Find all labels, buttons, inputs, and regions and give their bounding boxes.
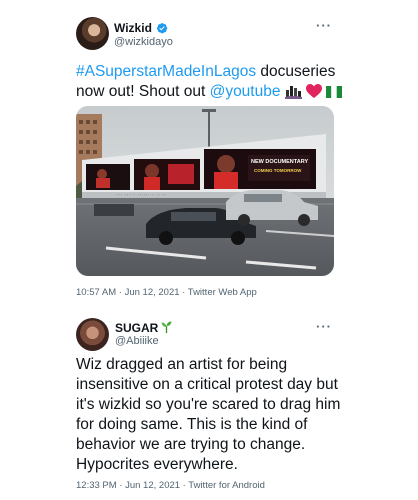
tweet-timestamp[interactable]: 10:57 AM · Jun 12, 2021 · Twitter Web Ap… (76, 287, 257, 298)
billboard-photo: ··· ··· · ······ · ·· ·· NEW DOCUMENTARY… (76, 106, 334, 276)
tweet-sugar[interactable]: SUGAR @Abiiike ··· Wiz dragged an artist… (0, 305, 418, 500)
display-name[interactable]: Wizkid (114, 21, 168, 35)
more-options-icon[interactable]: ··· (316, 319, 332, 334)
tweet-wizkid[interactable]: Wizkid @wizkidayo ··· #ASuperstarMadeInL… (0, 0, 418, 305)
billboard-screen-2 (134, 159, 200, 190)
mention-link[interactable]: @youtube (210, 83, 281, 100)
red-heart-emoji-icon (306, 84, 323, 98)
verified-badge-icon (156, 23, 168, 34)
display-name-text[interactable]: SUGAR (115, 321, 158, 335)
billboard-text-bottom: COMING TOMORROW (254, 168, 302, 173)
tweet-text: Wiz dragged an artist for being insensit… (76, 356, 341, 473)
billboard-screen-1 (86, 164, 130, 190)
hashtag-link[interactable]: #ASuperstarMadeInLagos (76, 63, 256, 80)
avatar[interactable] (76, 318, 109, 351)
display-name-text[interactable]: Wizkid (114, 21, 152, 35)
tweet-timestamp[interactable]: 12:33 PM · Jun 12, 2021 · Twitter for An… (76, 480, 265, 491)
handle[interactable]: @wizkidayo (114, 36, 173, 48)
plant-emoji-icon (161, 321, 172, 333)
handle[interactable]: @Abiiike (115, 335, 159, 347)
emoji-group (284, 84, 343, 105)
more-options-icon[interactable]: ··· (316, 18, 332, 33)
city-skyline-emoji-icon (284, 86, 302, 99)
display-name[interactable]: SUGAR (115, 321, 172, 335)
tweet-media-image[interactable]: ··· ··· · ······ · ·· ·· NEW DOCUMENTARY… (76, 106, 334, 276)
billboard-screen-3: NEW DOCUMENTARY COMING TOMORROW (204, 149, 316, 189)
billboard-text-top: NEW DOCUMENTARY (251, 159, 308, 165)
avatar[interactable] (76, 17, 109, 50)
tweet-text: #ASuperstarMadeInLagos docuseries now ou… (76, 62, 351, 105)
nigeria-flag-emoji-icon (326, 86, 343, 98)
billboard-band-text: ··· ··· · ······ · ·· ·· (116, 193, 167, 197)
